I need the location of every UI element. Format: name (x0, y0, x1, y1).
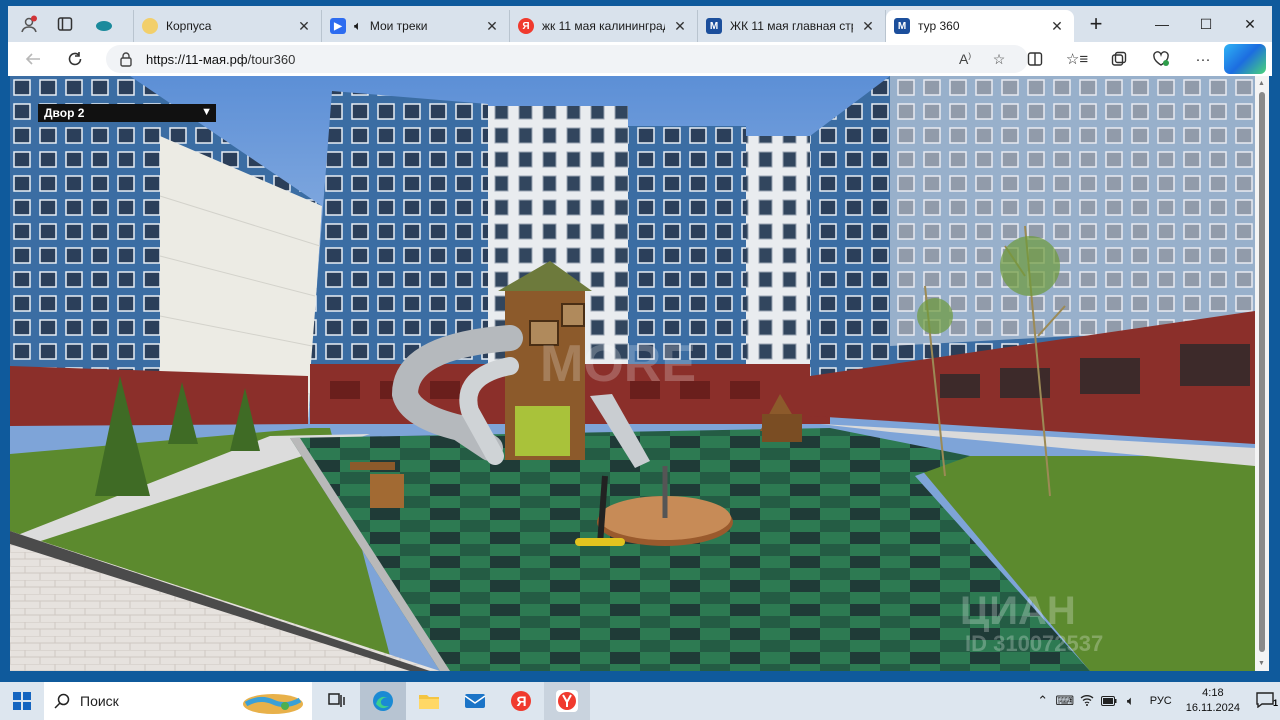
tab-bar: Корпуса ✕ ▶ 🔈︎ Мои треки ✕ Я жк 11 мая к… (8, 6, 1272, 42)
yandex-icon: Я (518, 18, 534, 34)
close-window-button[interactable]: ✕ (1228, 6, 1272, 42)
search-label: Поиск (80, 693, 119, 709)
tab-actions-icon[interactable] (50, 9, 80, 39)
cian-watermark: ЦИАН (960, 589, 1076, 633)
notifications-icon[interactable]: 1 (1250, 691, 1280, 711)
tab-title: Мои треки (369, 19, 428, 33)
taskbar-search[interactable]: Поиск (44, 682, 312, 720)
scene-selector[interactable]: Двор 2 ▼ (38, 104, 216, 122)
wifi-icon[interactable] (1076, 694, 1098, 709)
search-icon (54, 693, 70, 709)
tab-my-tracks[interactable]: ▶ 🔈︎ Мои треки ✕ (322, 10, 510, 42)
browser-essentials-icon[interactable] (1140, 44, 1182, 74)
scroll-up-icon[interactable]: ▲ (1258, 80, 1265, 87)
minimize-button[interactable]: — (1140, 6, 1184, 42)
music-icon: ▶ (330, 18, 346, 34)
date-text: 16.11.2024 (1185, 702, 1240, 714)
time-text: 4:18 (1202, 687, 1224, 699)
site-icon (142, 18, 158, 34)
onscreen-keyboard-icon[interactable]: ⌨ (1054, 693, 1076, 709)
tab-title: Корпуса (166, 19, 212, 33)
yandex-browser-icon[interactable]: Я (498, 682, 544, 720)
notification-count: 1 (1272, 697, 1278, 708)
copilot-icon[interactable] (1224, 44, 1266, 74)
start-button[interactable] (0, 682, 44, 720)
search-highlight-icon (243, 694, 303, 714)
battery-icon[interactable] (1098, 694, 1120, 709)
refresh-button[interactable] (58, 44, 92, 74)
svg-text:Я: Я (517, 693, 527, 709)
close-tab-icon[interactable]: ✕ (483, 18, 501, 35)
tab-yandex-search[interactable]: Я жк 11 мая калининград – ✕ (510, 10, 698, 42)
dropdown-arrow-icon: ▼ (201, 106, 212, 118)
scroll-down-icon[interactable]: ▼ (1258, 660, 1265, 667)
edge-taskbar-icon[interactable] (360, 682, 406, 720)
file-explorer-icon[interactable] (406, 682, 452, 720)
m-icon: M (894, 18, 910, 34)
courtyard-panorama[interactable]: MORE ЦИАН ID 310072537 (10, 76, 1255, 671)
address-bar[interactable]: https://11-мая.рф/tour360 A) ☆ (106, 45, 1028, 73)
vertical-scrollbar[interactable]: ▲ ▼ (1255, 76, 1269, 671)
task-view-icon[interactable] (314, 682, 360, 720)
tab-title: жк 11 мая калининград – (542, 19, 665, 33)
tab-main-page[interactable]: M ЖК 11 мая главная стран ✕ (698, 10, 886, 42)
maximize-button[interactable]: ☐ (1184, 6, 1228, 42)
taskbar: Поиск Я ⌃ ⌨ 🔈︎ РУС 4:18 16.11.2024 1 (0, 682, 1280, 720)
scene-label: Двор 2 (44, 106, 85, 120)
back-button[interactable] (16, 44, 50, 74)
brand-watermark: MORE (540, 335, 696, 393)
close-tab-icon[interactable]: ✕ (295, 18, 313, 35)
url-path: /tour360 (247, 51, 296, 67)
tab-tour-360[interactable]: M тур 360 ✕ (886, 10, 1074, 42)
tour-360-viewer[interactable]: MORE ЦИАН ID 310072537 Двор 2 ▼ (10, 76, 1255, 671)
tab-title: ЖК 11 мая главная стран (730, 19, 853, 33)
clock[interactable]: 4:18 16.11.2024 (1186, 686, 1240, 716)
back-arrow-icon (25, 53, 40, 65)
tab-pinned[interactable] (88, 10, 134, 42)
edge-logo-icon (96, 21, 112, 31)
speaker-icon[interactable]: 🔈︎ (354, 18, 362, 34)
split-screen-icon[interactable] (1014, 44, 1056, 74)
close-tab-icon[interactable]: ✕ (671, 18, 689, 35)
favorite-star-icon[interactable]: ☆ (982, 51, 1016, 68)
more-options-icon[interactable]: ··· (1182, 44, 1224, 74)
mail-icon[interactable] (452, 682, 498, 720)
url-text: https://11-мая.рф/tour360 (146, 52, 295, 67)
language-indicator[interactable]: РУС (1150, 695, 1172, 707)
screen: Корпуса ✕ ▶ 🔈︎ Мои треки ✕ Я жк 11 мая к… (0, 0, 1280, 720)
chevron-up-icon[interactable]: ⌃ (1032, 693, 1054, 709)
read-aloud-icon[interactable]: A) (948, 51, 982, 67)
navigation-bar: https://11-мая.рф/tour360 A) ☆ ☆≡ ··· (8, 42, 1272, 76)
profile-icon[interactable] (14, 9, 44, 39)
lock-icon[interactable] (118, 51, 134, 67)
volume-icon[interactable]: 🔈︎ (1120, 693, 1142, 709)
refresh-icon (68, 52, 82, 66)
scrollbar-thumb[interactable] (1259, 92, 1265, 652)
collections-icon[interactable] (1098, 44, 1140, 74)
m-icon: M (706, 18, 722, 34)
close-tab-icon[interactable]: ✕ (859, 18, 877, 35)
favorites-icon[interactable]: ☆≡ (1056, 44, 1098, 74)
url-host: https://11-мая.рф (146, 51, 248, 67)
cian-id-watermark: ID 310072537 (965, 631, 1103, 656)
tab-title: тур 360 (918, 19, 960, 33)
system-tray: ⌃ ⌨ 🔈︎ РУС 4:18 16.11.2024 1 (1032, 682, 1280, 720)
tab-korpusa[interactable]: Корпуса ✕ (134, 10, 322, 42)
new-tab-button[interactable]: + (1078, 8, 1114, 40)
yandex-icon[interactable] (544, 682, 590, 720)
close-tab-icon[interactable]: ✕ (1048, 18, 1066, 35)
windows-logo-icon (13, 692, 31, 710)
